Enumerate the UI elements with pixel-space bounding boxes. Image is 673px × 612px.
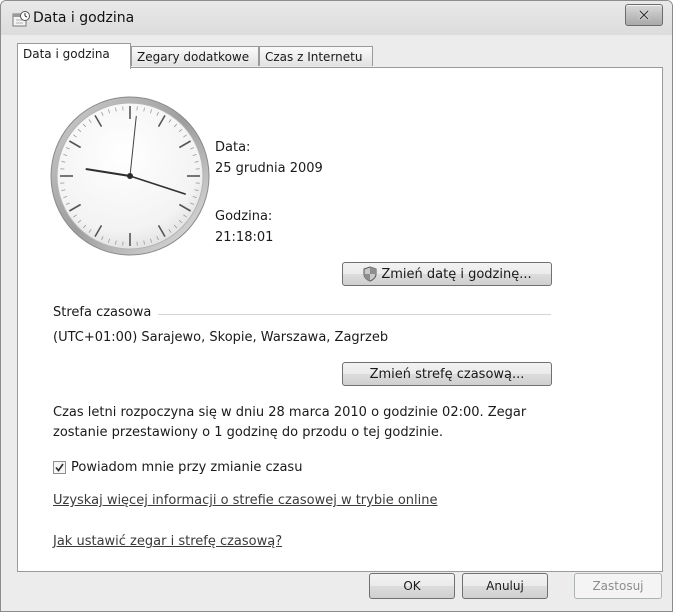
change-date-time-button[interactable]: Zmień datę i godzinę...: [342, 262, 552, 286]
date-value: 25 grudnia 2009: [215, 161, 323, 176]
change-timezone-label: Zmień strefę czasową...: [369, 366, 525, 382]
date-time-dialog: Data i godzina Data i godzina Zegary dod…: [0, 0, 673, 612]
timezone-heading: Strefa czasowa: [53, 305, 152, 320]
notify-checkbox[interactable]: [53, 461, 66, 474]
time-value: 21:18:01: [215, 230, 274, 245]
analog-clock: [50, 96, 210, 256]
dst-info-line-2: zostanie przestawiony o 1 godzinę do prz…: [53, 425, 443, 440]
clock-calendar-icon: [12, 11, 30, 27]
title-bar[interactable]: Data i godzina: [1, 1, 672, 35]
time-label: Godzina:: [215, 209, 273, 224]
help-link[interactable]: Jak ustawić zegar i strefę czasową?: [53, 534, 282, 549]
apply-button[interactable]: Zastosuj: [574, 573, 662, 599]
close-button[interactable]: [625, 4, 663, 26]
tab-date-time[interactable]: Data i godzina: [17, 43, 131, 69]
tab-additional-clocks[interactable]: Zegary dodatkowe: [131, 46, 259, 66]
change-date-time-label: Zmień datę i godzinę...: [381, 266, 532, 282]
change-timezone-button[interactable]: Zmień strefę czasową...: [342, 362, 552, 386]
checkmark-icon: [55, 463, 64, 472]
cancel-button[interactable]: Anuluj: [462, 573, 548, 599]
close-icon: [638, 10, 650, 20]
tab-internet-time[interactable]: Czas z Internetu: [259, 46, 373, 66]
dst-info-line-1: Czas letni rozpoczyna się w dniu 28 marc…: [53, 405, 527, 420]
tab-panel: Data: 25 grudnia 2009 Godzina: 21:18:01 …: [17, 67, 663, 572]
timezone-divider: [158, 314, 551, 315]
date-label: Data:: [215, 140, 251, 155]
timezone-value: (UTC+01:00) Sarajewo, Skopie, Warszawa, …: [53, 330, 389, 345]
online-timezone-info-link[interactable]: Uzyskaj więcej informacji o strefie czas…: [53, 493, 438, 508]
window-title: Data i godzina: [33, 10, 135, 26]
ok-button[interactable]: OK: [369, 573, 455, 599]
notify-checkbox-label[interactable]: Powiadom mnie przy zmianie czasu: [71, 460, 302, 475]
uac-shield-icon: [363, 266, 377, 282]
